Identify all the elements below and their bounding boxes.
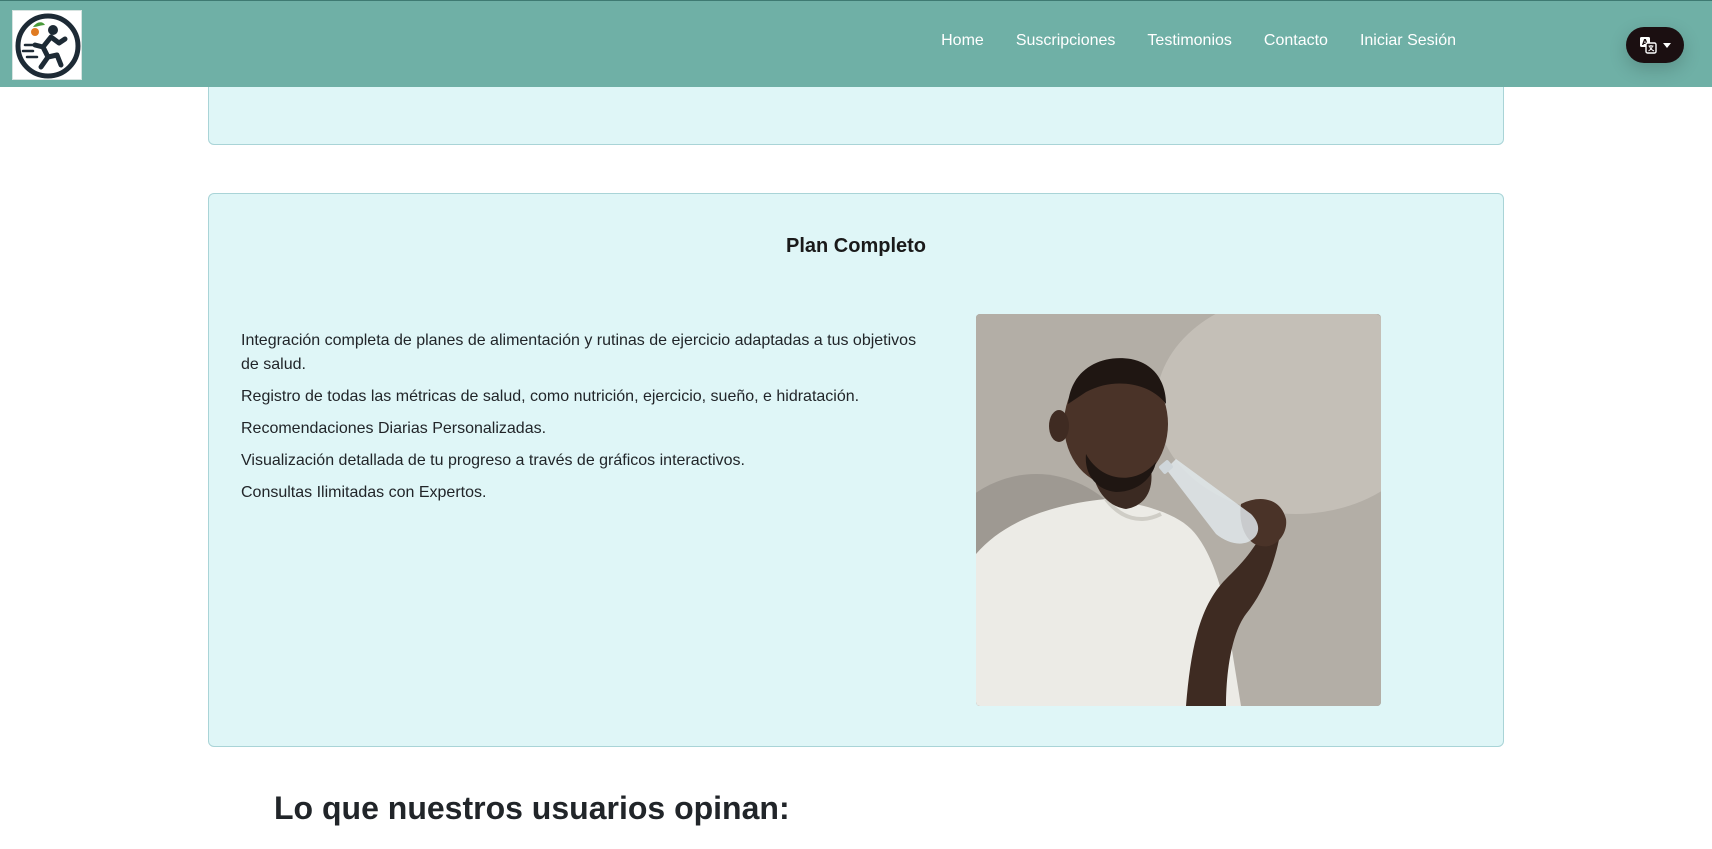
testimonials-heading: Lo que nuestros usuarios opinan: [274,790,790,826]
language-dropdown-button[interactable]: A [1626,27,1684,63]
plan-feature-item: Visualización detallada de tu progreso a… [241,452,745,469]
nav-link-home[interactable]: Home [941,32,984,50]
plan-feature-item: Consultas Ilimitadas con Expertos. [241,484,487,501]
plan-title: Plan Completo [785,235,926,257]
plan-feature-item: Registro de todas las métricas de salud,… [241,388,860,405]
top-navbar: Home Suscripciones Testimonios Contacto … [0,0,1712,87]
nav-link-testimonios[interactable]: Testimonios [1147,32,1231,50]
translate-icon: A [1640,37,1657,54]
plan-features-list: Integración completa de planes de alimen… [241,329,921,513]
nav-link-contacto[interactable]: Contacto [1264,32,1328,50]
plan-feature-item: Recomendaciones Diarias Personalizadas. [241,420,547,437]
plan-card-completo: Plan Completo Integración completa de pl… [208,193,1504,747]
brand-logo[interactable] [12,10,82,80]
plan-feature-item: Integración completa de planes de alimen… [241,332,917,373]
nav-link-iniciar-sesion[interactable]: Iniciar Sesión [1360,32,1456,50]
plan-photo-man-drinking-water [976,314,1381,706]
runner-logo-icon [15,13,81,79]
nav-links: Home Suscripciones Testimonios Contacto … [941,1,1456,81]
nav-link-suscripciones[interactable]: Suscripciones [1016,32,1116,50]
caret-down-icon [1663,42,1671,48]
